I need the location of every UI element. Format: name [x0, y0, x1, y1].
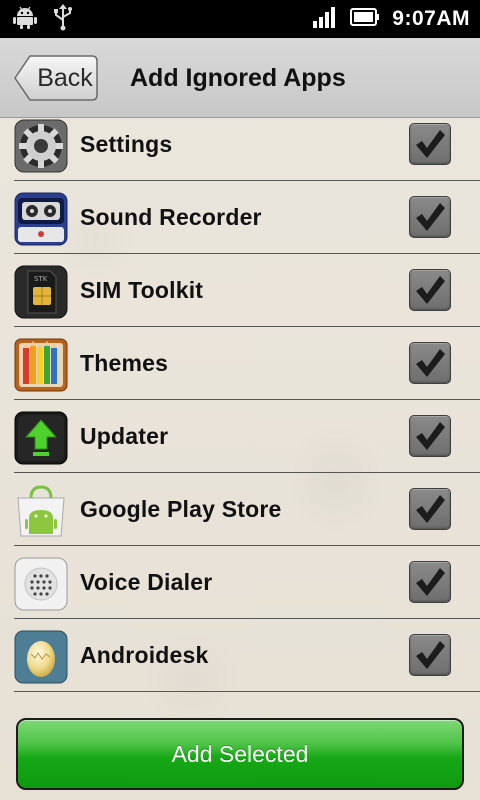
app-checkbox[interactable] [409, 196, 451, 238]
battery-icon [350, 7, 380, 32]
app-name: SIM Toolkit [80, 277, 204, 303]
updater-arrow-icon [14, 411, 68, 465]
list-item[interactable]: Updater [0, 400, 480, 473]
usb-icon [52, 3, 74, 36]
app-checkbox[interactable] [409, 342, 451, 384]
app-name: Voice Dialer [80, 569, 213, 595]
status-clock: 9:07AM [392, 7, 470, 30]
app-checkbox[interactable] [409, 634, 451, 676]
sim-card-icon: STK [14, 265, 68, 319]
list-item[interactable]: Themes [0, 327, 480, 400]
androidesk-egg-icon [14, 630, 68, 684]
play-store-icon [14, 484, 68, 538]
screen: 9:07AM Back Add Ignored Apps Settings So… [0, 0, 480, 800]
app-name: Sound Recorder [80, 204, 262, 230]
android-icon [12, 4, 38, 35]
svg-text:STK: STK [34, 275, 48, 283]
list-item[interactable]: Settings [0, 118, 480, 181]
title-bar: Back Add Ignored Apps [0, 38, 480, 118]
add-selected-label: Add Selected [171, 741, 309, 767]
app-list[interactable]: Settings Sound Recorder STK SIM Toolkit … [0, 118, 480, 692]
list-item[interactable]: STK SIM Toolkit [0, 254, 480, 327]
list-item[interactable]: Androidesk [0, 619, 480, 692]
app-name: Updater [80, 423, 169, 449]
list-item[interactable]: Google Play Store [0, 473, 480, 546]
app-checkbox[interactable] [409, 561, 451, 603]
system-indicators: 9:07AM [312, 5, 480, 34]
status-bar: 9:07AM [0, 0, 480, 38]
list-item[interactable]: Sound Recorder [0, 181, 480, 254]
page-title: Add Ignored Apps [130, 64, 346, 92]
app-checkbox[interactable] [409, 488, 451, 530]
signal-icon [312, 5, 338, 34]
app-name: Google Play Store [80, 496, 282, 522]
app-checkbox[interactable] [409, 415, 451, 457]
voice-dialer-icon [14, 557, 68, 611]
back-button[interactable]: Back [14, 55, 98, 101]
add-selected-button[interactable]: Add Selected [16, 718, 464, 790]
bottom-bar: Add Selected [0, 692, 480, 800]
app-checkbox[interactable] [409, 123, 451, 165]
back-button-label: Back [37, 64, 93, 92]
app-checkbox[interactable] [409, 269, 451, 311]
list-item[interactable]: Voice Dialer [0, 546, 480, 619]
app-name: Themes [80, 350, 169, 376]
app-name: Settings [80, 131, 173, 157]
sound-recorder-icon [14, 192, 68, 246]
settings-gear-icon [14, 119, 68, 173]
notification-icons [0, 3, 312, 36]
app-name: Androidesk [80, 642, 209, 668]
themes-pencils-icon [14, 338, 68, 392]
